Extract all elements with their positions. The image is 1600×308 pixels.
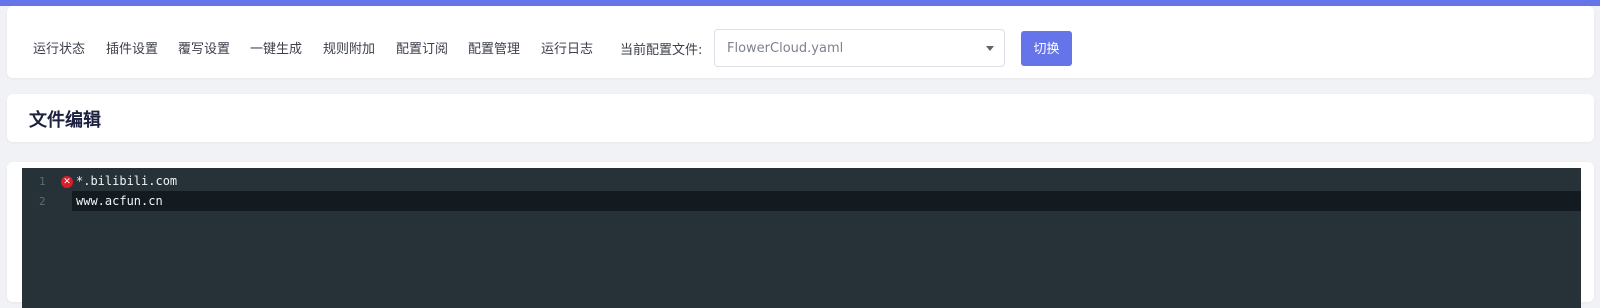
nav-item-one-click-generate[interactable]: 一键生成 bbox=[250, 38, 302, 57]
nav-item-override-settings[interactable]: 覆写设置 bbox=[178, 38, 230, 57]
nav-item-rule-append[interactable]: 规则附加 bbox=[323, 38, 375, 57]
line-number: 1 bbox=[39, 175, 46, 188]
code-line-active[interactable]: www.acfun.cn bbox=[72, 191, 1581, 211]
line-number: 2 bbox=[39, 195, 46, 208]
nav-item-config-subscription[interactable]: 配置订阅 bbox=[396, 38, 448, 57]
title-card: 文件编辑 bbox=[7, 94, 1594, 142]
config-file-select[interactable]: FlowerCloud.yaml bbox=[714, 29, 1005, 67]
page-title: 文件编辑 bbox=[29, 110, 101, 131]
nav-item-config-management[interactable]: 配置管理 bbox=[468, 38, 520, 57]
code-line[interactable]: *.bilibili.com bbox=[72, 171, 1581, 191]
editor-gutter: 1 ✕ 2 bbox=[22, 168, 73, 308]
current-config-label: 当前配置文件: bbox=[620, 43, 703, 58]
switch-button[interactable]: 切换 bbox=[1021, 31, 1072, 66]
chevron-down-icon bbox=[986, 46, 994, 51]
editor-card: 1 ✕ 2 *.bilibili.com www.acfun.cn bbox=[7, 162, 1594, 308]
config-file-select-value: FlowerCloud.yaml bbox=[727, 41, 844, 56]
nav-item-run-status[interactable]: 运行状态 bbox=[33, 38, 85, 57]
nav-item-run-log[interactable]: 运行日志 bbox=[541, 38, 593, 57]
nav-card: 运行状态 插件设置 覆写设置 一键生成 规则附加 配置订阅 配置管理 运行日志 … bbox=[7, 6, 1594, 78]
nav-item-plugin-settings[interactable]: 插件设置 bbox=[106, 38, 158, 57]
code-editor[interactable]: 1 ✕ 2 *.bilibili.com www.acfun.cn bbox=[22, 168, 1581, 308]
